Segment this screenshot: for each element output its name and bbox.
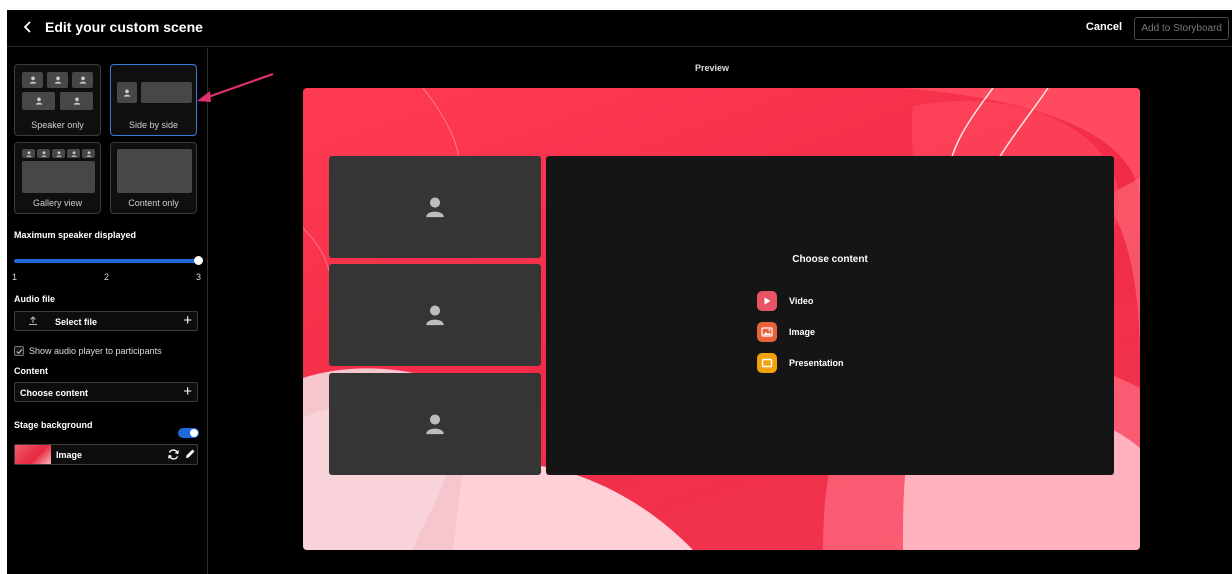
page-title: Edit your custom scene [45, 19, 203, 35]
speaker-tile-thumb [72, 72, 93, 88]
speaker-tile [329, 264, 541, 366]
audio-file-label: Audio file [14, 294, 55, 304]
speaker-tile [329, 373, 541, 475]
chevron-left-icon [23, 21, 31, 33]
content-panel: Choose content Video Image Presentation [546, 156, 1114, 475]
person-icon [426, 305, 444, 326]
select-file-label: Select file [55, 317, 98, 327]
content-tile-thumb [141, 82, 192, 103]
slider-tick: 3 [196, 272, 202, 282]
speaker-tile-thumb [52, 149, 65, 158]
plus-icon: + [183, 312, 192, 329]
content-tile-thumb [117, 149, 192, 193]
person-icon [71, 150, 76, 157]
speaker-tile-thumb [82, 149, 95, 158]
presentation-icon [757, 353, 777, 373]
choose-content-button[interactable]: Choose content + [14, 382, 198, 402]
show-audio-player-checkbox[interactable] [14, 346, 24, 356]
image-icon [757, 322, 777, 342]
layout-gallery-view[interactable]: Gallery view [14, 142, 101, 214]
layout-content-only[interactable]: Content only [110, 142, 197, 214]
layout-speaker-only[interactable]: Speaker only [14, 64, 101, 136]
person-icon [29, 76, 36, 84]
max-speaker-label: Maximum speaker displayed [14, 230, 137, 240]
option-label: Presentation [789, 358, 844, 368]
person-icon [86, 150, 91, 157]
person-icon [26, 150, 31, 157]
option-label: Image [789, 327, 816, 337]
top-bar: Edit your custom scene Cancel Add to Sto… [7, 10, 1232, 47]
speaker-tile-thumb [47, 72, 68, 88]
scene-editor: Edit your custom scene Cancel Add to Sto… [7, 10, 1232, 574]
option-label: Video [789, 296, 814, 306]
person-icon [426, 197, 444, 218]
person-icon [56, 150, 61, 157]
speaker-tile-thumb [22, 92, 55, 110]
speaker-tile-thumb [37, 149, 50, 158]
speaker-tile-thumb [22, 72, 43, 88]
person-icon [41, 150, 46, 157]
speaker-tile-thumb [117, 82, 137, 103]
show-audio-player-label: Show audio player to participants [29, 346, 162, 356]
upload-icon [29, 316, 37, 325]
max-speaker-slider-track[interactable] [14, 259, 199, 263]
stage-background-field: Image [14, 444, 198, 465]
person-icon [426, 414, 444, 435]
toggle-knob [190, 429, 198, 437]
stage-preview: Choose content Video Image Presentation [303, 88, 1140, 550]
plus-icon: + [183, 383, 192, 400]
add-to-storyboard-button[interactable]: Add to Storyboard [1134, 17, 1229, 40]
layout-label: Side by side [128, 120, 179, 130]
max-speaker-slider-thumb[interactable] [194, 256, 203, 265]
background-thumbnail [15, 445, 51, 464]
speaker-tile-thumb [60, 92, 93, 110]
stage-background-label: Stage background [14, 420, 93, 430]
pencil-icon[interactable] [184, 448, 196, 460]
cancel-button[interactable]: Cancel [1086, 21, 1122, 33]
layout-side-by-side[interactable]: Side by side [110, 64, 197, 136]
person-icon [54, 76, 61, 84]
slider-tick: 2 [104, 272, 110, 282]
preview-title: Preview [695, 63, 730, 73]
play-icon [757, 291, 777, 311]
choose-content-label: Choose content [20, 388, 89, 398]
layout-label: Speaker only [31, 120, 84, 130]
stage-background-toggle[interactable] [178, 428, 199, 438]
person-icon [73, 97, 80, 105]
checkmark-icon [16, 348, 23, 355]
slider-tick: 1 [12, 272, 18, 282]
refresh-icon[interactable] [167, 448, 180, 461]
speaker-tile [329, 156, 541, 258]
choose-content-title: Choose content [792, 254, 868, 265]
speaker-tile-thumb [22, 149, 35, 158]
person-icon [35, 97, 42, 105]
background-type-label: Image [56, 450, 83, 460]
content-tile-thumb [22, 161, 95, 193]
settings-sidebar: Speaker only Side by side Gallery view C… [7, 48, 208, 574]
content-section-label: Content [14, 366, 48, 376]
layout-label: Gallery view [32, 198, 82, 208]
person-icon [79, 76, 86, 84]
layout-label: Content only [128, 198, 179, 208]
speaker-tile-thumb [67, 149, 80, 158]
select-file-button[interactable]: Select file + [14, 311, 198, 331]
person-icon [123, 89, 131, 97]
back-button[interactable] [21, 17, 41, 39]
